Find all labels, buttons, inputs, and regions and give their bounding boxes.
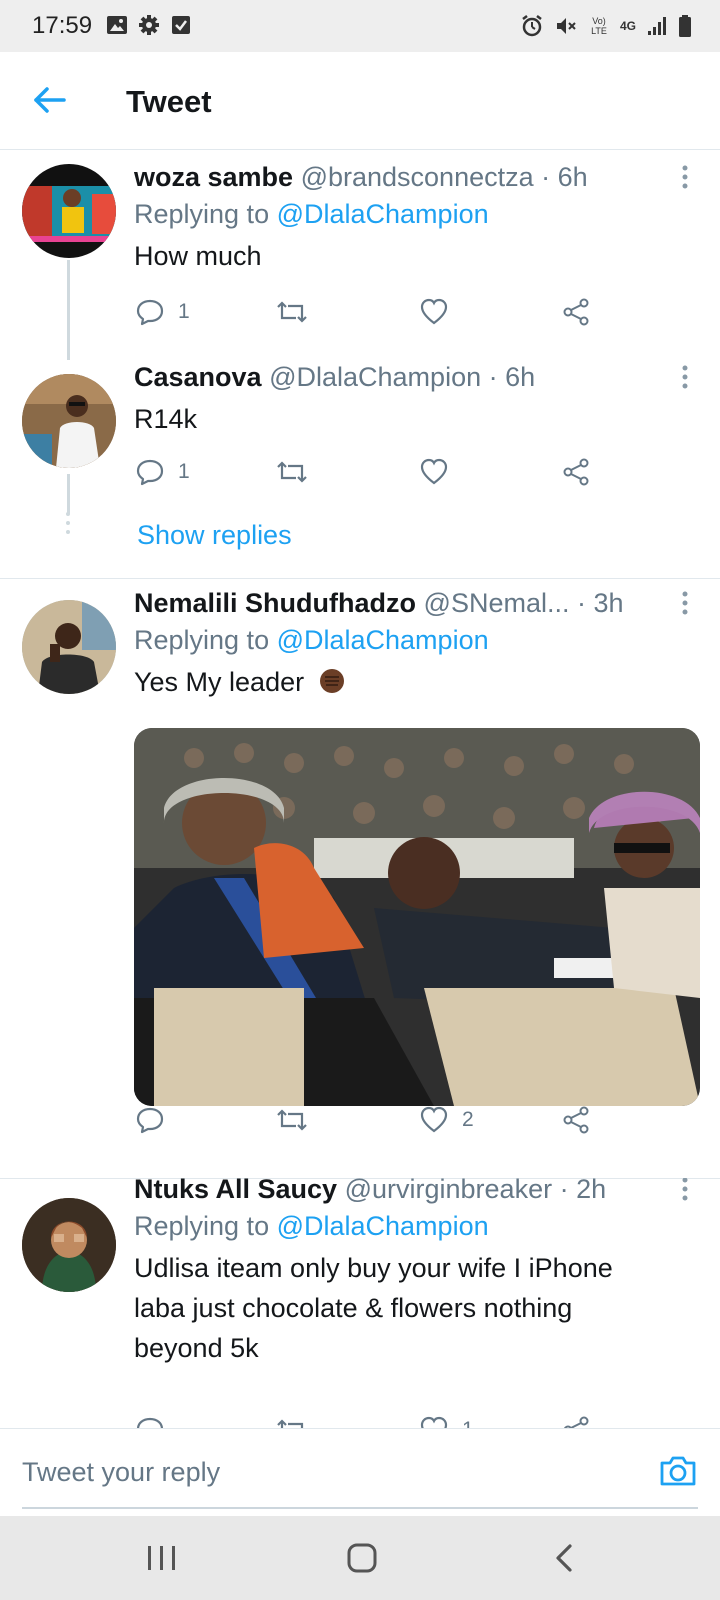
- thread-connector: [67, 260, 70, 360]
- tweet-text: R14k: [134, 404, 198, 434]
- like-count: 2: [462, 1108, 474, 1131]
- like-button[interactable]: 1: [420, 1410, 474, 1428]
- system-nav-bar: [0, 1516, 720, 1600]
- tweet-actions: 1: [134, 1410, 604, 1428]
- heart-icon: [420, 1106, 448, 1133]
- replying-to: Replying to @DlalaChampion: [134, 199, 489, 229]
- raised-fist-emoji-icon: [319, 669, 344, 693]
- like-button[interactable]: 2: [420, 1100, 474, 1140]
- status-bar: 17:59 Vo) LTE 4G: [0, 0, 720, 52]
- reply-input-underline: [22, 1507, 698, 1509]
- thread-dots-icon: [66, 512, 70, 534]
- reply-count: 1: [178, 460, 190, 483]
- reply-button[interactable]: 1: [136, 292, 190, 332]
- status-time: 17:59: [32, 12, 93, 39]
- more-vert-icon[interactable]: [680, 364, 690, 390]
- home-icon[interactable]: [342, 1540, 382, 1576]
- share-button[interactable]: [562, 1100, 590, 1140]
- recent-apps-icon[interactable]: [142, 1540, 182, 1576]
- gear-icon: [139, 15, 159, 35]
- check-box-icon: [172, 16, 190, 34]
- retweet-icon: [277, 1419, 304, 1428]
- share-icon: [563, 298, 589, 326]
- author-handle: @brandsconnectza · 6h: [300, 162, 588, 192]
- author-name[interactable]: woza sambe: [134, 162, 293, 192]
- heart-icon: [420, 458, 448, 485]
- image-icon: [107, 16, 127, 34]
- mute-icon: [556, 18, 576, 34]
- tweet-text: Udlisa iteam only buy your wife I iPhone…: [134, 1253, 613, 1363]
- more-vert-icon[interactable]: [680, 590, 690, 616]
- heart-icon: [420, 298, 448, 325]
- arrow-left-icon[interactable]: [30, 80, 70, 120]
- retweet-button[interactable]: [276, 292, 322, 332]
- heart-icon: [420, 1416, 448, 1428]
- replying-to-link[interactable]: @DlalaChampion: [277, 625, 489, 655]
- author-handle: @SNemal... · 3h: [423, 588, 624, 618]
- tweet-item[interactable]: Ntuks All Saucy @urvirginbreaker · 2h Re…: [0, 1178, 720, 1428]
- share-icon: [563, 458, 589, 486]
- status-right-icons: Vo) LTE 4G: [520, 12, 692, 40]
- reply-composer: Tweet your reply: [0, 1428, 720, 1516]
- replying-to-link[interactable]: @DlalaChampion: [277, 199, 489, 229]
- share-button[interactable]: [562, 292, 590, 332]
- more-vert-icon[interactable]: [680, 1178, 690, 1202]
- avatar[interactable]: [22, 600, 116, 694]
- retweet-icon: [277, 461, 307, 483]
- volte-icon: Vo) LTE: [591, 16, 607, 36]
- back-icon[interactable]: [544, 1540, 584, 1576]
- tweet-text: Yes My leader: [134, 662, 680, 702]
- like-button[interactable]: [420, 452, 462, 492]
- retweet-icon: [277, 301, 307, 323]
- reply-icon: [136, 1107, 164, 1134]
- avatar[interactable]: [22, 374, 116, 468]
- reply-button[interactable]: [136, 1410, 178, 1428]
- more-vert-icon[interactable]: [680, 164, 690, 190]
- author-handle: @urvirginbreaker · 2h: [344, 1178, 607, 1204]
- author-name[interactable]: Nemalili Shudufhadzo: [134, 588, 416, 618]
- battery-icon: [679, 15, 691, 37]
- replying-to: Replying to @DlalaChampion: [134, 625, 489, 655]
- tweet-actions: 1: [134, 452, 604, 492]
- thread-connector: [67, 474, 70, 514]
- show-replies-link[interactable]: Show replies: [137, 520, 292, 551]
- retweet-button[interactable]: [276, 1100, 322, 1140]
- network-4g-icon: 4G: [619, 19, 636, 33]
- like-count: 1: [462, 1418, 474, 1428]
- share-button[interactable]: [562, 1410, 590, 1428]
- page-title: Tweet: [126, 84, 212, 119]
- tweet-item[interactable]: Nemalili Shudufhadzo @SNemal... · 3h Rep…: [0, 578, 720, 1178]
- author-name[interactable]: Casanova: [134, 362, 262, 392]
- replying-to: Replying to @DlalaChampion: [134, 1211, 489, 1241]
- tweet-actions: 1: [134, 292, 604, 332]
- tweet-item[interactable]: Casanova @DlalaChampion · 6h R14k 1 Show…: [0, 362, 720, 578]
- reply-icon: [136, 1417, 164, 1428]
- reply-input[interactable]: Tweet your reply: [22, 1457, 220, 1488]
- retweet-button[interactable]: [276, 1410, 322, 1428]
- replying-to-link[interactable]: @DlalaChampion: [277, 1211, 489, 1241]
- retweet-icon: [277, 1109, 307, 1131]
- camera-icon[interactable]: [658, 1451, 698, 1491]
- reply-count: 1: [178, 300, 190, 323]
- like-button[interactable]: [420, 292, 462, 332]
- avatar[interactable]: [22, 1198, 116, 1292]
- reply-icon: [136, 459, 164, 486]
- retweet-button[interactable]: [276, 452, 322, 492]
- alarm-icon: [522, 15, 542, 37]
- avatar[interactable]: [22, 164, 116, 258]
- reply-button[interactable]: 1: [136, 452, 190, 492]
- tweet-text: How much: [134, 241, 262, 271]
- reply-icon: [136, 299, 164, 326]
- share-icon: [563, 1106, 589, 1134]
- reply-button[interactable]: [136, 1100, 178, 1140]
- tweet-media-photo[interactable]: [134, 728, 700, 1106]
- author-name[interactable]: Ntuks All Saucy: [134, 1178, 337, 1204]
- author-handle: @DlalaChampion · 6h: [269, 362, 536, 392]
- tweet-actions: 2: [134, 1100, 604, 1140]
- signal-icon: [648, 17, 666, 35]
- tweet-item[interactable]: woza sambe @brandsconnectza · 6h Replyin…: [0, 150, 720, 370]
- share-icon: [563, 1416, 589, 1428]
- share-button[interactable]: [562, 452, 590, 492]
- top-app-bar: Tweet: [0, 52, 720, 150]
